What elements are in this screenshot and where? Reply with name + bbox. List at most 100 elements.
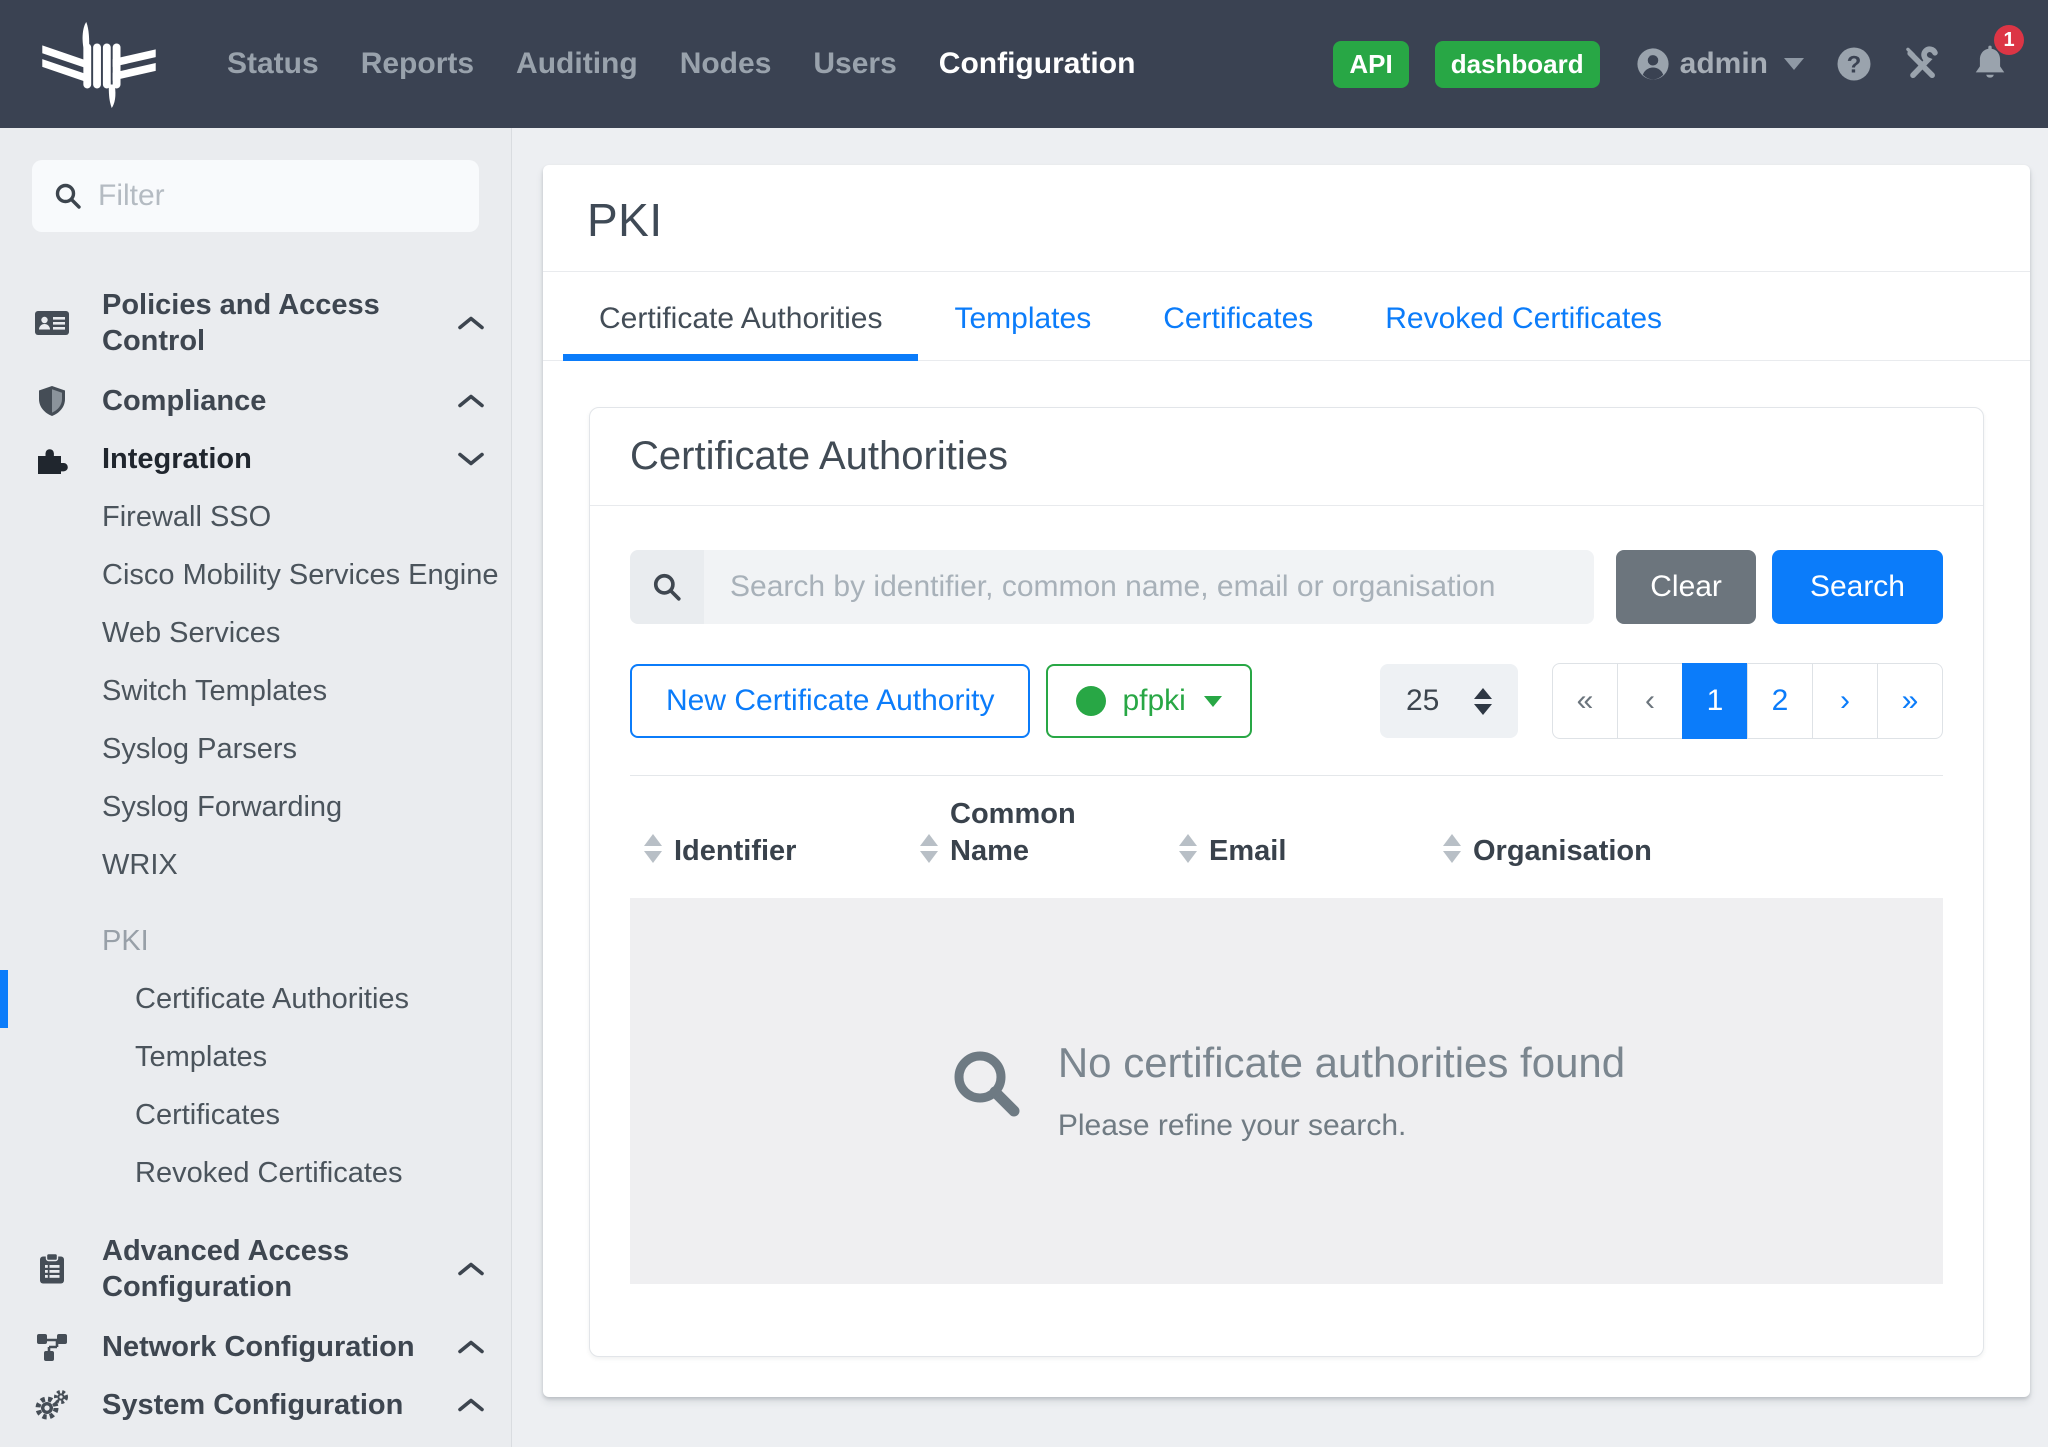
chevron-up-icon: [457, 1261, 485, 1278]
sidebar-item-label: System Configuration: [102, 1387, 403, 1423]
sidebar-item-templates[interactable]: Templates: [0, 1028, 511, 1086]
card-body: Clear Search New Certificate Authority p…: [590, 506, 1983, 1356]
page-size-select[interactable]: 25: [1380, 664, 1518, 738]
search-row: Clear Search: [630, 550, 1943, 624]
pagination-prev[interactable]: ‹: [1617, 663, 1683, 739]
page-size-value: 25: [1406, 684, 1439, 718]
notification-badge: 1: [1994, 25, 2024, 55]
pki-panel: PKI Certificate Authorities Templates Ce…: [543, 165, 2030, 1397]
pagination-first[interactable]: «: [1552, 663, 1618, 739]
clear-button[interactable]: Clear: [1616, 550, 1756, 624]
empty-state: No certificate authorities found Please …: [630, 898, 1943, 1284]
user-icon: [1636, 47, 1670, 81]
chevron-up-icon: [457, 393, 485, 410]
pagination-next[interactable]: ›: [1812, 663, 1878, 739]
stepper-icon: [1474, 688, 1492, 715]
sort-icon: [1179, 834, 1197, 863]
tab-revoked-certificates[interactable]: Revoked Certificates: [1349, 272, 1698, 360]
pki-tabs: Certificate Authorities Templates Certif…: [543, 272, 2030, 361]
pagination-last[interactable]: »: [1877, 663, 1943, 739]
sort-icon: [920, 834, 938, 863]
column-header-organisation[interactable]: Organisation: [1429, 796, 1943, 870]
nav-item-auditing[interactable]: Auditing: [495, 47, 659, 81]
pagination-page-1[interactable]: 1: [1682, 663, 1748, 739]
column-header-identifier[interactable]: Identifier: [630, 796, 906, 870]
top-navbar: Status Reports Auditing Nodes Users Conf…: [0, 0, 2048, 128]
sidebar-filter: [32, 160, 479, 232]
network-icon: [32, 1332, 72, 1362]
help-icon[interactable]: ?: [1836, 46, 1872, 82]
ca-dropdown-button[interactable]: pfpki: [1046, 664, 1251, 738]
sidebar-item-certificates[interactable]: Certificates: [0, 1086, 511, 1144]
caret-down-icon: [1204, 696, 1222, 707]
sidebar-item-syslog-forwarding[interactable]: Syslog Forwarding: [0, 778, 511, 836]
column-label: Identifier: [674, 833, 796, 870]
ca-dropdown-label: pfpki: [1122, 684, 1185, 718]
sort-icon: [644, 834, 662, 863]
chevron-up-icon: [457, 1397, 485, 1414]
sidebar-item-integration[interactable]: Integration: [0, 430, 511, 488]
navbar-right: API dashboard admin ?: [1333, 41, 2008, 88]
chevron-down-icon: [457, 451, 485, 468]
sidebar-item-web-services[interactable]: Web Services: [0, 604, 511, 662]
main-content: PKI Certificate Authorities Templates Ce…: [512, 128, 2048, 1447]
sidebar-item-switch-templates[interactable]: Switch Templates: [0, 662, 511, 720]
app: Status Reports Auditing Nodes Users Conf…: [0, 0, 2048, 1447]
sidebar-item-label: Policies and Access Control: [102, 287, 447, 359]
column-label: Organisation: [1473, 833, 1652, 870]
sidebar-item-firewall-sso[interactable]: Firewall SSO: [0, 488, 511, 546]
sidebar-item-advanced-access-configuration[interactable]: Advanced Access Configuration: [0, 1220, 511, 1318]
chevron-up-icon: [457, 1339, 485, 1356]
sidebar-item-system-configuration[interactable]: System Configuration: [0, 1376, 511, 1434]
svg-text:?: ?: [1847, 51, 1862, 78]
layout: Policies and Access Control Compliance: [0, 128, 2048, 1447]
search-button[interactable]: Search: [1772, 550, 1943, 624]
new-certificate-authority-button[interactable]: New Certificate Authority: [630, 664, 1030, 738]
id-card-icon: [32, 308, 72, 338]
caret-down-icon: [1784, 58, 1804, 70]
column-header-email[interactable]: Email: [1165, 796, 1429, 870]
dashboard-badge[interactable]: dashboard: [1435, 41, 1600, 88]
search-input[interactable]: [704, 550, 1594, 624]
clipboard-icon: [32, 1253, 72, 1285]
magnifier-icon: [948, 1045, 1024, 1126]
empty-state-subtitle: Please refine your search.: [1058, 1109, 1625, 1143]
packetfence-logo-icon[interactable]: [40, 20, 158, 108]
sidebar-item-wrix[interactable]: WRIX: [0, 836, 511, 894]
sidebar-item-compliance[interactable]: Compliance: [0, 372, 511, 430]
sidebar-item-label: Network Configuration: [102, 1329, 415, 1365]
column-header-common-name[interactable]: Common Name: [906, 796, 1165, 870]
bell-icon[interactable]: 1: [1972, 45, 2008, 83]
tab-certificate-authorities[interactable]: Certificate Authorities: [563, 272, 918, 360]
nav-item-status[interactable]: Status: [206, 47, 340, 81]
nav-item-nodes[interactable]: Nodes: [659, 47, 793, 81]
page-title: PKI: [587, 193, 1986, 247]
sidebar-item-cisco-mobility-services-engine[interactable]: Cisco Mobility Services Engine: [0, 546, 511, 604]
tools-icon[interactable]: [1904, 46, 1940, 82]
sidebar: Policies and Access Control Compliance: [0, 128, 512, 1447]
puzzle-icon: [32, 443, 72, 475]
sidebar-subheader-pki: PKI: [0, 912, 511, 970]
sidebar-menu: Policies and Access Control Compliance: [0, 274, 511, 1434]
chevron-up-icon: [457, 315, 485, 332]
card-header: Certificate Authorities: [590, 408, 1983, 506]
sidebar-item-network-configuration[interactable]: Network Configuration: [0, 1318, 511, 1376]
user-menu[interactable]: admin: [1636, 47, 1804, 81]
nav-item-reports[interactable]: Reports: [340, 47, 495, 81]
search-icon: [54, 182, 82, 210]
tab-templates[interactable]: Templates: [918, 272, 1127, 360]
column-label: Common Name: [950, 796, 1100, 870]
api-badge[interactable]: API: [1333, 41, 1408, 88]
nav-item-configuration[interactable]: Configuration: [918, 47, 1157, 81]
certificate-authorities-card: Certificate Authorities: [589, 407, 1984, 1357]
sidebar-filter-input[interactable]: [98, 179, 484, 213]
sidebar-item-certificate-authorities[interactable]: Certificate Authorities: [0, 970, 511, 1028]
sidebar-item-policies-and-access-control[interactable]: Policies and Access Control: [0, 274, 511, 372]
table-header: Identifier Common Name Email: [630, 775, 1943, 898]
empty-state-title: No certificate authorities found: [1058, 1039, 1625, 1087]
sidebar-item-revoked-certificates[interactable]: Revoked Certificates: [0, 1144, 511, 1202]
nav-item-users[interactable]: Users: [792, 47, 917, 81]
tab-certificates[interactable]: Certificates: [1127, 272, 1349, 360]
pagination-page-2[interactable]: 2: [1747, 663, 1813, 739]
sidebar-item-syslog-parsers[interactable]: Syslog Parsers: [0, 720, 511, 778]
